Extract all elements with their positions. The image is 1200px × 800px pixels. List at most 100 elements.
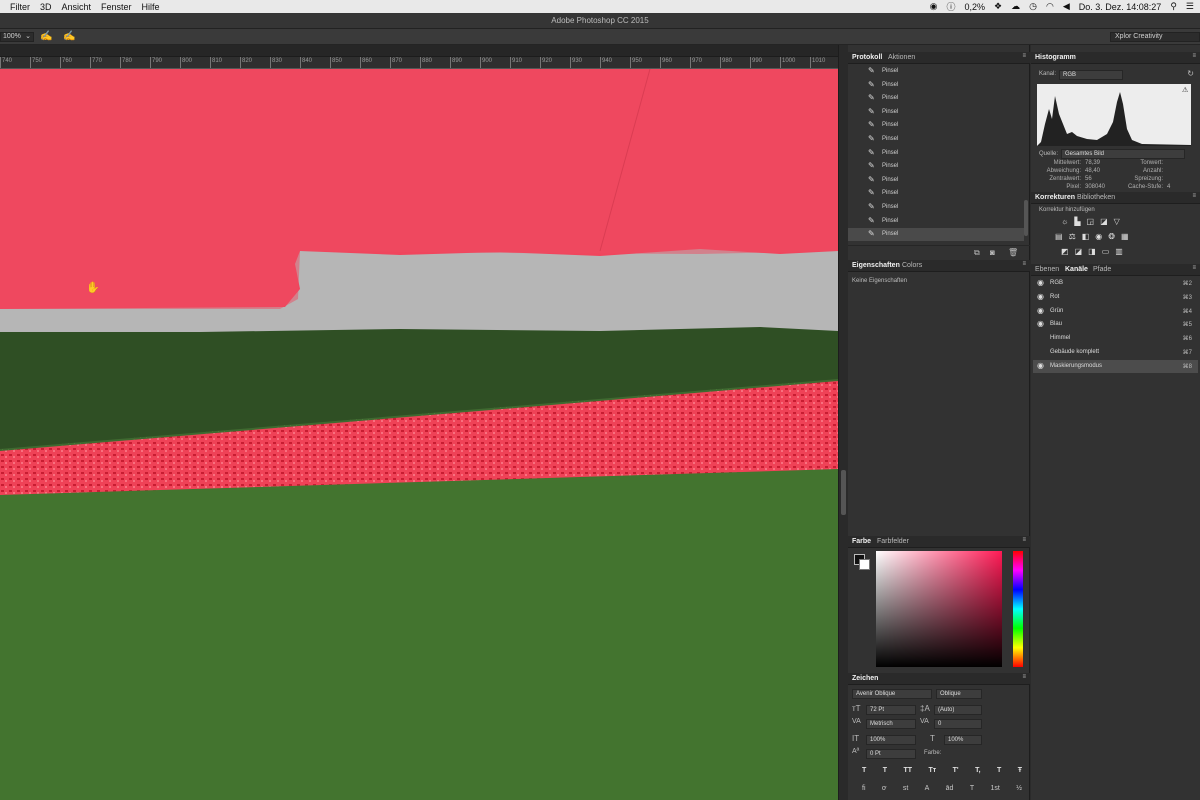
vibrance-icon[interactable]: ▽: [1114, 217, 1120, 227]
opentype-button[interactable]: ơ: [882, 785, 887, 795]
horizontal-scale-field[interactable]: 100%: [944, 735, 982, 745]
tab-farbfelder[interactable]: Farbfelder: [877, 538, 909, 545]
history-item[interactable]: ✎ Pinsel: [848, 119, 1024, 132]
wifi-icon[interactable]: ◠: [1046, 1, 1054, 12]
panel-menu-icon[interactable]: ≡: [1022, 261, 1026, 267]
eye-icon[interactable]: ◉: [1037, 361, 1044, 370]
channel-mixer-icon[interactable]: ❂: [1108, 232, 1115, 242]
color-picker-field[interactable]: [876, 551, 1002, 667]
vertical-scale-field[interactable]: 100%: [866, 735, 916, 745]
channel-row[interactable]: ◉ Blau ⌘5: [1033, 318, 1198, 331]
spotlight-icon[interactable]: ⚲: [1170, 1, 1177, 12]
photo-filter-icon[interactable]: ◉: [1095, 232, 1102, 242]
history-item[interactable]: ✎ Pinsel: [848, 147, 1024, 160]
hue-saturation-icon[interactable]: ▤: [1055, 232, 1063, 242]
channel-row[interactable]: Himmel ⌘6: [1033, 332, 1198, 345]
history-item[interactable]: ✎ Pinsel: [848, 92, 1024, 105]
opentype-button[interactable]: ād: [946, 785, 954, 795]
kerning-field[interactable]: Metrisch: [866, 719, 916, 729]
invert-icon[interactable]: ◩: [1061, 247, 1069, 257]
list-icon[interactable]: ☰: [1186, 1, 1194, 12]
tab-ebenen[interactable]: Ebenen: [1035, 266, 1059, 273]
history-item[interactable]: ✎ Pinsel: [848, 215, 1024, 228]
tab-kanaele[interactable]: Kanäle: [1065, 266, 1088, 273]
text-style-button[interactable]: T,: [975, 767, 980, 777]
tab-farbe[interactable]: Farbe: [852, 538, 871, 545]
text-style-button[interactable]: Tт: [928, 767, 936, 777]
font-size-field[interactable]: 72 Pt: [866, 705, 916, 715]
channel-row[interactable]: ◉ Rot ⌘3: [1033, 291, 1198, 304]
tab-aktionen[interactable]: Aktionen: [888, 54, 915, 61]
tab-eigenschaften[interactable]: Eigenschaften: [852, 262, 900, 269]
snapshot-icon[interactable]: ◙: [990, 248, 995, 257]
exposure-icon[interactable]: ◪: [1100, 217, 1108, 227]
opentype-button[interactable]: A: [925, 785, 930, 795]
channel-dropdown[interactable]: RGB: [1059, 70, 1123, 80]
panel-menu-icon[interactable]: ≡: [1022, 53, 1026, 59]
history-item[interactable]: ✎ Pinsel: [848, 228, 1024, 242]
history-item[interactable]: ✎ Pinsel: [848, 160, 1024, 173]
channel-row[interactable]: ◉ Maskierungsmodus ⌘8: [1033, 359, 1198, 373]
menu-fenster[interactable]: Fenster: [101, 2, 132, 12]
eye-icon[interactable]: ◉: [1037, 278, 1044, 287]
opentype-button[interactable]: st: [903, 785, 908, 795]
opentype-button[interactable]: ½: [1016, 785, 1022, 795]
text-style-button[interactable]: T: [862, 767, 866, 777]
trash-icon[interactable]: 🗑: [1008, 248, 1018, 257]
channel-row[interactable]: ◉ RGB ⌘2: [1033, 277, 1198, 290]
dropbox-icon[interactable]: ❖: [994, 1, 1002, 12]
curves-icon[interactable]: ◲: [1087, 217, 1095, 227]
history-item[interactable]: ✎ Pinsel: [848, 174, 1024, 187]
history-scrollbar[interactable]: [1024, 200, 1028, 236]
info-icon[interactable]: ⓘ: [947, 0, 956, 13]
channel-row[interactable]: ◉ Grün ⌘4: [1033, 305, 1198, 318]
scrollbar-thumb[interactable]: [841, 470, 846, 515]
history-item[interactable]: ✎ Pinsel: [848, 201, 1024, 214]
brightness-icon[interactable]: ☼: [1061, 217, 1068, 227]
menu-hilfe[interactable]: Hilfe: [142, 2, 160, 12]
menu-3d[interactable]: 3D: [40, 2, 52, 12]
workspace-dropdown[interactable]: Xplor Creativity: [1110, 32, 1200, 42]
opentype-button[interactable]: T: [970, 785, 974, 795]
zoom-dropdown[interactable]: 100% ⌄: [0, 32, 34, 42]
airbrush-icon[interactable]: ✍: [40, 31, 52, 42]
text-style-button[interactable]: TT: [903, 767, 912, 777]
text-style-button[interactable]: T: [997, 767, 1001, 777]
color-balance-icon[interactable]: ⚖: [1069, 232, 1076, 242]
panel-menu-icon[interactable]: ≡: [1192, 53, 1196, 59]
baseline-field[interactable]: 0 Pt: [866, 749, 916, 759]
refresh-icon[interactable]: ↻: [1187, 69, 1194, 78]
history-item[interactable]: ✎ Pinsel: [848, 106, 1024, 119]
text-style-button[interactable]: T: [883, 767, 887, 777]
eye-icon[interactable]: ◉: [1037, 319, 1044, 328]
selective-color-icon[interactable]: ▥: [1115, 247, 1123, 257]
panel-menu-icon[interactable]: ≡: [1022, 537, 1026, 543]
menu-filter[interactable]: Filter: [10, 2, 30, 12]
hue-slider[interactable]: [1013, 551, 1023, 667]
tab-korrekturen[interactable]: Korrekturen: [1035, 194, 1075, 201]
tab-pfade[interactable]: Pfade: [1093, 266, 1111, 273]
text-style-button[interactable]: T': [953, 767, 959, 777]
opentype-button[interactable]: 1st: [990, 785, 999, 795]
opentype-button[interactable]: fi: [862, 785, 866, 795]
history-item[interactable]: ✎ Pinsel: [848, 133, 1024, 146]
text-style-button[interactable]: Ŧ: [1018, 767, 1022, 777]
record-icon[interactable]: ◉: [930, 1, 938, 12]
canvas-scrollbar[interactable]: [838, 45, 848, 800]
panel-menu-icon[interactable]: ≡: [1022, 674, 1026, 680]
cloud-icon[interactable]: ☁: [1011, 1, 1020, 12]
tab-protokoll[interactable]: Protokoll: [852, 54, 882, 61]
font-style-dropdown[interactable]: Oblique: [936, 689, 982, 699]
history-item[interactable]: ✎ Pinsel: [848, 79, 1024, 92]
source-dropdown[interactable]: Gesamtes Bild: [1061, 149, 1185, 159]
document-canvas[interactable]: ✋: [0, 69, 838, 800]
channel-row[interactable]: Gebäude komplett ⌘7: [1033, 346, 1198, 359]
font-family-dropdown[interactable]: Avenir Oblique: [852, 689, 932, 699]
color-lookup-icon[interactable]: ▦: [1121, 232, 1129, 242]
panel-menu-icon[interactable]: ≡: [1192, 193, 1196, 199]
pressure-icon[interactable]: ✍: [63, 31, 75, 42]
leading-field[interactable]: (Auto): [934, 705, 982, 715]
tab-colors[interactable]: Colors: [902, 262, 922, 269]
new-document-icon[interactable]: ⧉: [974, 248, 980, 258]
levels-icon[interactable]: ▙: [1074, 217, 1080, 227]
